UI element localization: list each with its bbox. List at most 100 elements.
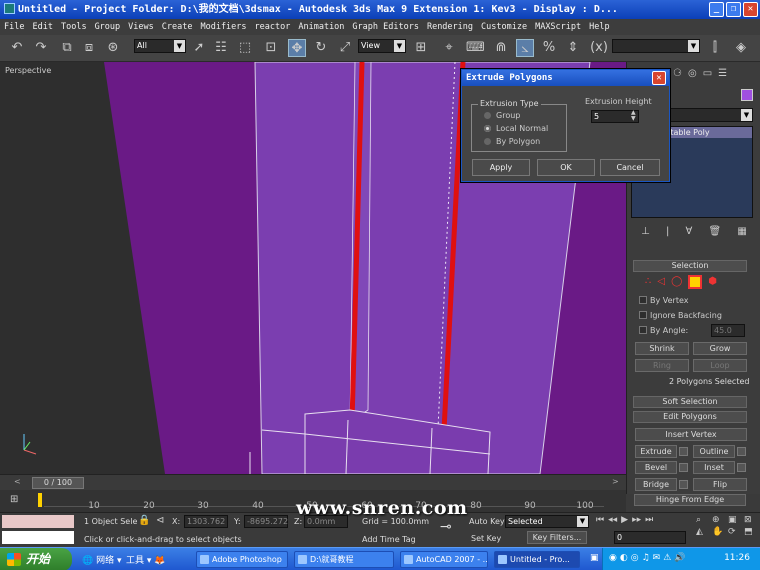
viewport-label[interactable]: Perspective [5, 66, 51, 75]
by-angle-checkbox[interactable]: By Angle: [639, 326, 688, 335]
taskbar-expand-icon[interactable]: ▣ [590, 553, 599, 563]
close-icon[interactable]: ✕ [743, 2, 758, 17]
menu-graph-editors[interactable]: Graph Editors [352, 19, 419, 35]
snap-toggle-icon[interactable]: ⋒ [492, 39, 510, 57]
tray-icon-1[interactable]: ◉ [609, 553, 617, 563]
by-angle-input[interactable]: 45.0 [711, 324, 745, 337]
rect-selection-icon[interactable]: ⬚ [236, 39, 254, 57]
outline-button[interactable]: Outline [693, 445, 735, 458]
task-3dsmax[interactable]: Untitled - Pro... [494, 551, 580, 568]
shrink-button[interactable]: Shrink [635, 342, 689, 355]
menu-modifiers[interactable]: Modifiers [200, 19, 246, 35]
menu-create[interactable]: Create [162, 19, 193, 35]
field-of-view-icon[interactable]: ◭ [696, 527, 710, 537]
y-coord-input[interactable]: -8695.272 [244, 515, 288, 528]
zoom-icon[interactable]: ⌕ [696, 515, 710, 525]
ok-button[interactable]: OK [537, 159, 595, 176]
select-by-name-icon[interactable]: ☷ [212, 39, 230, 57]
move-icon[interactable]: ✥ [288, 39, 306, 57]
edit-named-selection-icon[interactable]: (x) [590, 39, 608, 57]
tray-icon-4[interactable]: ♫ [642, 553, 650, 563]
flip-button[interactable]: Flip [693, 478, 747, 491]
selection-rollout-header[interactable]: Selection [633, 260, 747, 272]
scroll-left-icon[interactable]: < [14, 477, 21, 486]
quick-launch-tools[interactable]: 工具 ▾ 🦊 [126, 553, 165, 566]
zoom-extents-icon[interactable]: ▣ [728, 515, 742, 525]
x-coord-input[interactable]: 1303.762 [184, 515, 228, 528]
play-icon[interactable]: ▶ [621, 515, 628, 525]
extrude-button[interactable]: Extrude [635, 445, 677, 458]
cancel-button[interactable]: Cancel [600, 159, 660, 176]
key-mode-dropdown[interactable]: Selected ▼ [505, 515, 589, 528]
scale-icon[interactable]: ⤢ [336, 39, 354, 57]
by-vertex-checkbox[interactable]: By Vertex [639, 296, 688, 305]
key-icon[interactable]: ⊸ [440, 519, 452, 535]
go-to-start-icon[interactable]: ⏮ [596, 515, 604, 525]
add-time-tag[interactable]: Add Time Tag [362, 535, 416, 544]
spinner-snap-icon[interactable]: ⇕ [564, 39, 582, 57]
vertex-level-icon[interactable]: ∴ [645, 276, 651, 289]
element-level-icon[interactable]: ⬢ [708, 276, 717, 289]
align-icon[interactable]: ◈ [732, 39, 750, 57]
menu-reactor[interactable]: reactor [255, 19, 291, 35]
hierarchy-tab-icon[interactable]: ⚆ [673, 68, 682, 82]
menu-edit[interactable]: Edit [32, 19, 52, 35]
maxscript-listener-white[interactable] [2, 531, 74, 544]
ignore-backfacing-checkbox[interactable]: Ignore Backfacing [639, 311, 722, 320]
axis-constraint-icon[interactable]: ⌖ [440, 39, 458, 57]
angle-snap-icon[interactable]: ⦣ [516, 39, 534, 57]
quick-launch-network[interactable]: 🌐 网络 ▾ [82, 553, 121, 566]
time-marker[interactable] [38, 493, 42, 507]
remove-modifier-icon[interactable]: 🗑 [709, 226, 722, 240]
previous-frame-icon[interactable]: ◂◂ [608, 515, 617, 525]
radio-by-polygon[interactable]: By Polygon [484, 137, 540, 146]
bevel-button[interactable]: Bevel [635, 461, 677, 474]
make-unique-icon[interactable]: ∀ [686, 226, 693, 240]
scroll-right-icon[interactable]: > [612, 477, 619, 486]
key-filters-button[interactable]: Key Filters... [527, 531, 587, 544]
menu-file[interactable]: File [4, 19, 24, 35]
percent-snap-icon[interactable]: % [540, 39, 558, 57]
tray-icon-6[interactable]: ⚠ [663, 553, 671, 563]
window-crossing-icon[interactable]: ⊡ [262, 39, 280, 57]
auto-key-button[interactable]: Auto Key [469, 517, 505, 526]
inset-button[interactable]: Inset [693, 461, 735, 474]
motion-tab-icon[interactable]: ◎ [688, 68, 697, 82]
redo-icon[interactable]: ↷ [32, 39, 50, 57]
task-photoshop[interactable]: Adobe Photoshop [196, 551, 288, 568]
configure-sets-icon[interactable]: ▦ [737, 226, 746, 240]
pan-icon[interactable]: ✋ [712, 527, 726, 537]
insert-vertex-button[interactable]: Insert Vertex [635, 428, 747, 441]
ring-button[interactable]: Ring [635, 359, 689, 372]
border-level-icon[interactable]: ◯ [671, 276, 682, 289]
spinner-arrows-icon[interactable]: ▲ ▼ [631, 110, 636, 122]
bevel-settings-icon[interactable] [679, 463, 688, 472]
menu-group[interactable]: Group [95, 19, 121, 35]
set-key-button[interactable]: Set Key [471, 534, 501, 543]
select-link-icon[interactable]: ⧉ [58, 39, 76, 57]
menu-maxscript[interactable]: MAXScript [535, 19, 581, 35]
outline-settings-icon[interactable] [737, 447, 746, 456]
current-frame-input[interactable]: 0 [614, 531, 686, 544]
grow-button[interactable]: Grow [693, 342, 747, 355]
named-selection-dropdown[interactable]: ▼ [612, 39, 700, 53]
task-autocad[interactable]: AutoCAD 2007 - ... [400, 551, 488, 568]
loop-button[interactable]: Loop [693, 359, 747, 372]
absolute-mode-icon[interactable]: ⊲ [156, 515, 164, 526]
task-folder[interactable]: D:\就哥教程 [294, 551, 394, 568]
maxscript-listener-pink[interactable] [2, 515, 74, 528]
menu-views[interactable]: Views [128, 19, 154, 35]
dialog-close-icon[interactable]: ✕ [652, 71, 666, 85]
edge-level-icon[interactable]: ◁ [657, 276, 665, 289]
next-frame-icon[interactable]: ▸▸ [632, 515, 641, 525]
hinge-from-edge-button[interactable]: Hinge From Edge [634, 494, 746, 506]
time-slider[interactable]: 0 / 100 [32, 477, 84, 489]
maximize-icon[interactable]: ❐ [726, 2, 741, 17]
pivot-center-icon[interactable]: ⊞ [412, 39, 430, 57]
bridge-button[interactable]: Bridge [635, 478, 677, 491]
utilities-tab-icon[interactable]: ☰ [718, 68, 727, 82]
display-tab-icon[interactable]: ▭ [703, 68, 712, 82]
maximize-viewport-icon[interactable]: ⬒ [744, 527, 758, 537]
keyboard-shortcut-icon[interactable]: ⌨ [466, 39, 485, 57]
go-to-end-icon[interactable]: ⏭ [645, 515, 653, 525]
